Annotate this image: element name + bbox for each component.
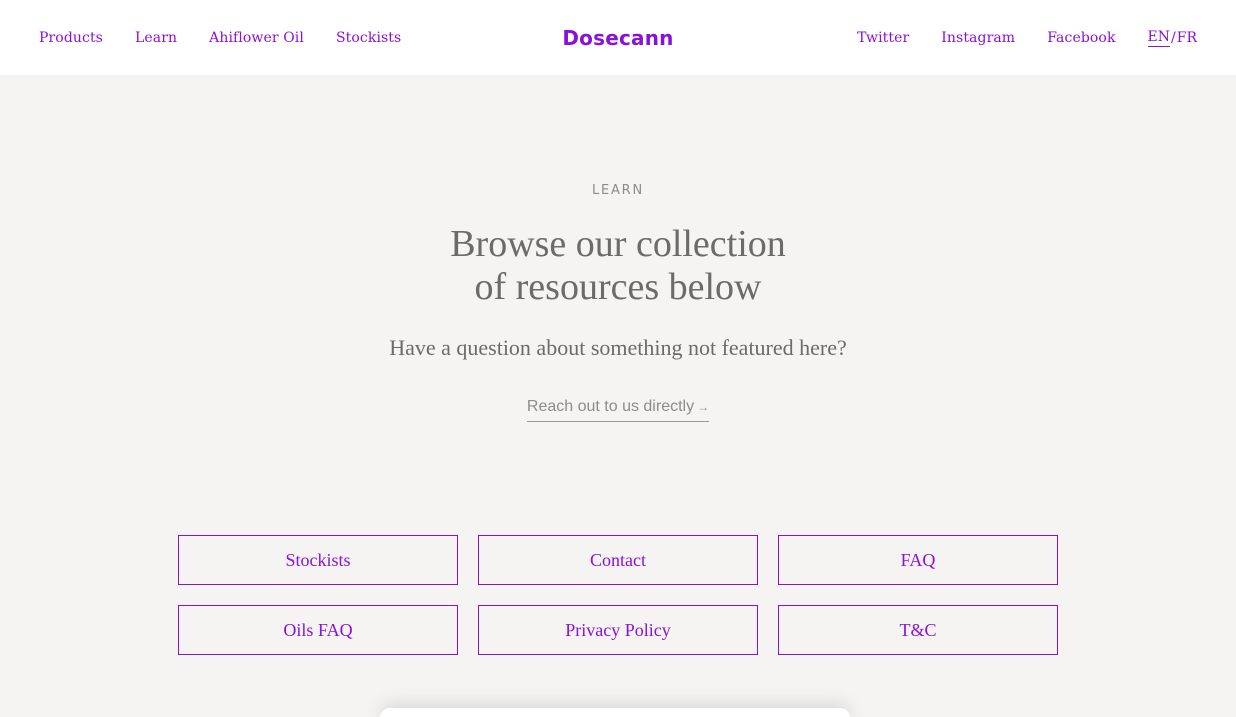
arrow-right-icon: → (697, 400, 710, 414)
brand-logo[interactable]: Dosecann (562, 26, 673, 50)
tile-oils-faq[interactable]: Oils FAQ (178, 605, 458, 655)
language-switcher: EN / FR (1147, 29, 1197, 47)
tile-terms-conditions[interactable]: T&C (778, 605, 1058, 655)
tile-contact[interactable]: Contact (478, 535, 758, 585)
nav-link-instagram[interactable]: Instagram (941, 30, 1015, 46)
nav-link-ahiflower-oil[interactable]: Ahiflower Oil (209, 30, 304, 46)
reach-out-label: Reach out to us directly (526, 398, 695, 415)
tile-faq[interactable]: FAQ (778, 535, 1058, 585)
nav-link-products[interactable]: Products (39, 30, 103, 46)
cta-wrapper: Reach out to us directly → (0, 398, 1236, 422)
resource-tiles: Stockists Contact FAQ Oils FAQ Privacy P… (178, 535, 1058, 655)
social-nav: Twitter Instagram Facebook EN / FR (857, 0, 1197, 75)
question-subline: Have a question about something not feat… (389, 335, 847, 360)
primary-nav: Products Learn Ahiflower Oil Stockists (39, 0, 401, 75)
lang-fr-link[interactable]: FR (1177, 30, 1197, 46)
nav-link-stockists[interactable]: Stockists (336, 30, 401, 46)
bottom-card-edge (380, 708, 850, 717)
top-navigation-bar: Products Learn Ahiflower Oil Stockists D… (0, 0, 1236, 75)
reach-out-link[interactable]: Reach out to us directly → (526, 398, 710, 422)
lang-en-link[interactable]: EN (1147, 29, 1171, 47)
nav-link-learn[interactable]: Learn (135, 30, 177, 46)
section-eyebrow: LEARN (591, 183, 645, 198)
page-title-line-1: Browse our collection (450, 223, 786, 265)
tile-stockists[interactable]: Stockists (178, 535, 458, 585)
lang-separator: / (1171, 29, 1176, 46)
page-title-line-2: of resources below (474, 266, 762, 308)
tile-privacy-policy[interactable]: Privacy Policy (478, 605, 758, 655)
nav-link-twitter[interactable]: Twitter (857, 30, 909, 46)
nav-link-facebook[interactable]: Facebook (1047, 30, 1115, 46)
page-title: Browse our collection of resources below (0, 223, 1236, 309)
